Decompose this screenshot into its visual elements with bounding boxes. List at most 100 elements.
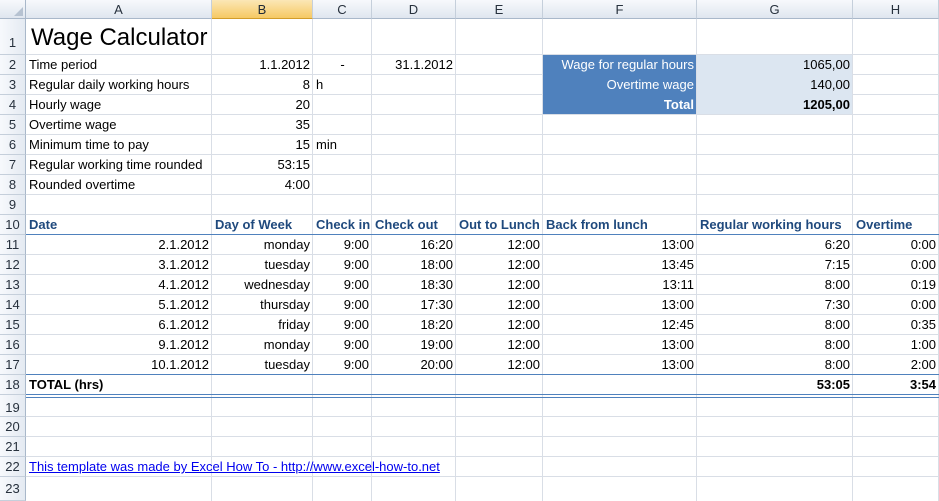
summary-overtime-label[interactable]: Overtime wage [543, 75, 697, 95]
min-time-label[interactable]: Minimum time to pay [26, 135, 212, 155]
row-header-8[interactable]: 8 [0, 175, 26, 195]
cell-check-in[interactable]: 9:00 [313, 355, 372, 375]
cell-regular-hours[interactable]: 8:00 [697, 275, 853, 295]
cell-date[interactable]: 9.1.2012 [26, 335, 212, 355]
cell-back-from-lunch[interactable]: 13:11 [543, 275, 697, 295]
cell-date[interactable]: 3.1.2012 [26, 255, 212, 275]
row-header-2[interactable]: 2 [0, 55, 26, 75]
cell-check-in[interactable]: 9:00 [313, 315, 372, 335]
cell-regular-hours[interactable]: 7:15 [697, 255, 853, 275]
cell-date[interactable]: 4.1.2012 [26, 275, 212, 295]
daily-hours-value[interactable]: 8 [212, 75, 313, 95]
column-header-e[interactable]: E [456, 0, 543, 19]
cell-back-from-lunch[interactable]: 13:45 [543, 255, 697, 275]
template-credit-link[interactable]: This template was made by Excel How To -… [26, 457, 546, 477]
cell-regular-hours[interactable]: 8:00 [697, 315, 853, 335]
cell-check-out[interactable]: 20:00 [372, 355, 456, 375]
cell-overtime[interactable]: 1:00 [853, 335, 939, 355]
row-header-12[interactable]: 12 [0, 255, 26, 275]
row-header-18[interactable]: 18 [0, 375, 26, 395]
cell-date[interactable]: 10.1.2012 [26, 355, 212, 375]
cell-check-out[interactable]: 19:00 [372, 335, 456, 355]
row-header-19[interactable]: 19 [0, 395, 26, 417]
cell-day[interactable]: monday [212, 235, 313, 255]
cell-check-out[interactable]: 16:20 [372, 235, 456, 255]
summary-total-label[interactable]: Total [543, 95, 697, 115]
row-header-10[interactable]: 10 [0, 215, 26, 235]
row-header-11[interactable]: 11 [0, 235, 26, 255]
cell-out-to-lunch[interactable]: 12:00 [456, 295, 543, 315]
cell-date[interactable]: 5.1.2012 [26, 295, 212, 315]
cell-overtime[interactable]: 2:00 [853, 355, 939, 375]
overtime-wage-label[interactable]: Overtime wage [26, 115, 212, 135]
cell-regular-hours[interactable]: 6:20 [697, 235, 853, 255]
cell-regular-hours[interactable]: 7:30 [697, 295, 853, 315]
cell-check-in[interactable]: 9:00 [313, 275, 372, 295]
column-header-b[interactable]: B [212, 0, 313, 19]
cell-day[interactable]: wednesday [212, 275, 313, 295]
table-header-back-from-lunch[interactable]: Back from lunch [543, 215, 697, 235]
cell-out-to-lunch[interactable]: 12:00 [456, 255, 543, 275]
cell-regular-hours[interactable]: 8:00 [697, 335, 853, 355]
cell-overtime[interactable]: 0:35 [853, 315, 939, 335]
summary-overtime-value[interactable]: 140,00 [697, 75, 853, 95]
table-header-regular-hours[interactable]: Regular working hours [697, 215, 853, 235]
row-header-3[interactable]: 3 [0, 75, 26, 95]
cell-check-out[interactable]: 18:00 [372, 255, 456, 275]
cell-check-in[interactable]: 9:00 [313, 335, 372, 355]
total-overtime[interactable]: 3:54 [853, 375, 939, 395]
cell-back-from-lunch[interactable]: 12:45 [543, 315, 697, 335]
row-header-6[interactable]: 6 [0, 135, 26, 155]
daily-hours-unit[interactable]: h [313, 75, 372, 95]
row-header-15[interactable]: 15 [0, 315, 26, 335]
time-period-end[interactable]: 31.1.2012 [372, 55, 456, 75]
column-header-a[interactable]: A [26, 0, 212, 19]
cell-out-to-lunch[interactable]: 12:00 [456, 355, 543, 375]
column-header-f[interactable]: F [543, 0, 697, 19]
hourly-wage-label[interactable]: Hourly wage [26, 95, 212, 115]
cell-back-from-lunch[interactable]: 13:00 [543, 355, 697, 375]
row-header-4[interactable]: 4 [0, 95, 26, 115]
rounded-overtime-value[interactable]: 4:00 [212, 175, 313, 195]
select-all-corner[interactable] [0, 0, 26, 19]
time-period-start[interactable]: 1.1.2012 [212, 55, 313, 75]
summary-regular-label[interactable]: Wage for regular hours [543, 55, 697, 75]
cell-check-in[interactable]: 9:00 [313, 255, 372, 275]
summary-regular-value[interactable]: 1065,00 [697, 55, 853, 75]
column-header-h[interactable]: H [853, 0, 939, 19]
row-header-1[interactable]: 1 [0, 19, 26, 55]
row-header-7[interactable]: 7 [0, 155, 26, 175]
spreadsheet[interactable]: A B C D E F G H 1 2 3 4 5 6 7 8 9 10 11 … [0, 0, 939, 501]
table-header-date[interactable]: Date [26, 215, 212, 235]
cell-back-from-lunch[interactable]: 13:00 [543, 335, 697, 355]
cell-overtime[interactable]: 0:19 [853, 275, 939, 295]
cell-check-out[interactable]: 18:30 [372, 275, 456, 295]
total-regular-hours[interactable]: 53:05 [697, 375, 853, 395]
row-header-5[interactable]: 5 [0, 115, 26, 135]
table-header-overtime[interactable]: Overtime [853, 215, 939, 235]
row-header-21[interactable]: 21 [0, 437, 26, 457]
row-header-23[interactable]: 23 [0, 477, 26, 501]
row-header-20[interactable]: 20 [0, 417, 26, 437]
cell-check-in[interactable]: 9:00 [313, 235, 372, 255]
rounded-overtime-label[interactable]: Rounded overtime [26, 175, 212, 195]
daily-hours-label[interactable]: Regular daily working hours [26, 75, 212, 95]
column-header-d[interactable]: D [372, 0, 456, 19]
cell-day[interactable]: friday [212, 315, 313, 335]
summary-total-value[interactable]: 1205,00 [697, 95, 853, 115]
row-header-16[interactable]: 16 [0, 335, 26, 355]
regular-rounded-label[interactable]: Regular working time rounded [26, 155, 212, 175]
row-header-17[interactable]: 17 [0, 355, 26, 375]
table-header-day[interactable]: Day of Week [212, 215, 313, 235]
min-time-unit[interactable]: min [313, 135, 372, 155]
overtime-wage-value[interactable]: 35 [212, 115, 313, 135]
cell-overtime[interactable]: 0:00 [853, 235, 939, 255]
regular-rounded-value[interactable]: 53:15 [212, 155, 313, 175]
cell-check-out[interactable]: 18:20 [372, 315, 456, 335]
cell-out-to-lunch[interactable]: 12:00 [456, 235, 543, 255]
cell-day[interactable]: monday [212, 335, 313, 355]
cell-day[interactable]: thursday [212, 295, 313, 315]
cell-date[interactable]: 2.1.2012 [26, 235, 212, 255]
table-header-check-out[interactable]: Check out [372, 215, 456, 235]
row-header-13[interactable]: 13 [0, 275, 26, 295]
